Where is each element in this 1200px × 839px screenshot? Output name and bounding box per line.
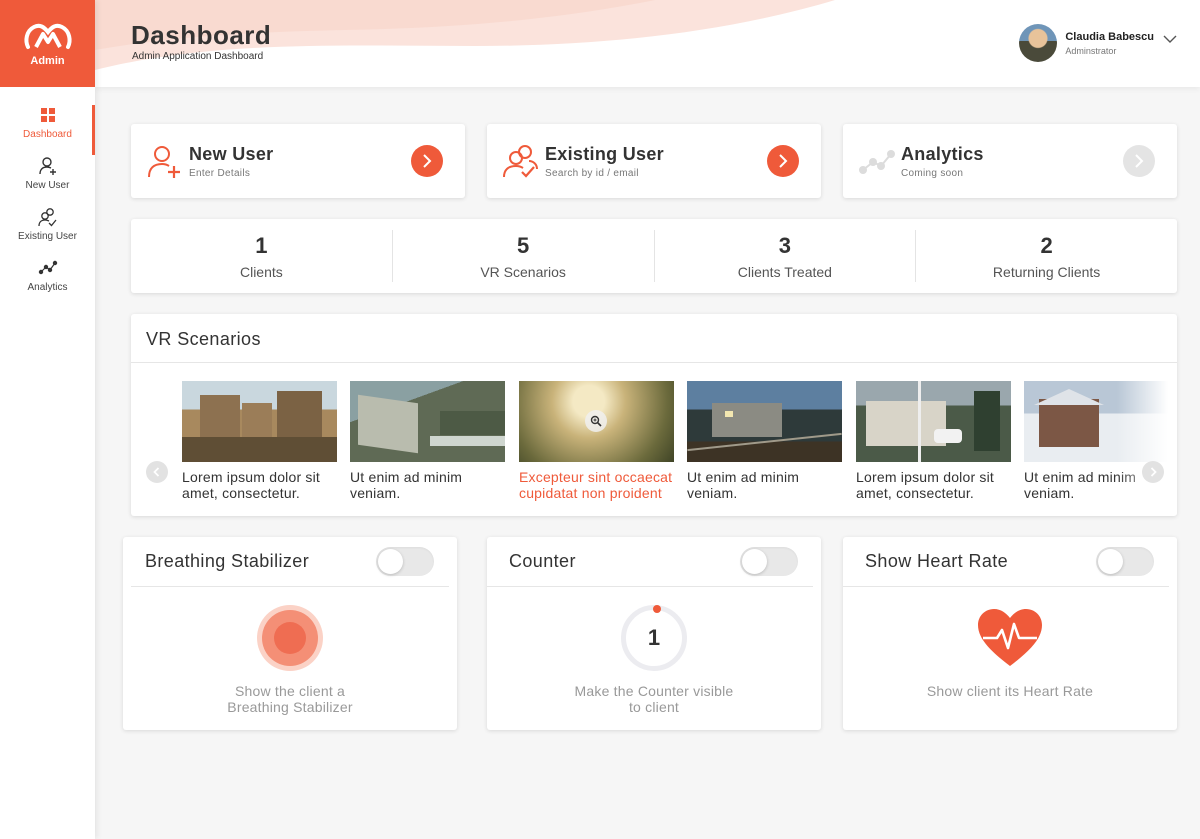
feature-title: Show Heart Rate [865, 551, 1009, 571]
sidebar-item-analytics[interactable]: Analytics [0, 250, 95, 301]
stat-value: 1 [255, 232, 268, 258]
scenario-caption: Ut enim ad minim veniam. [687, 469, 800, 501]
card-title: Existing User [545, 143, 664, 164]
vr-scenario-item[interactable]: Lorem ipsum dolor sit amet, consectetur. [182, 381, 337, 501]
scenario-thumbnail [687, 381, 842, 462]
scenario-caption: Lorem ipsum dolor sit amet, consectetur. [856, 469, 995, 501]
chevron-left-icon [153, 467, 160, 477]
stat-value: 2 [1040, 232, 1053, 258]
breathing-stabilizer-toggle[interactable] [376, 547, 434, 576]
zoom-icon[interactable] [585, 410, 607, 432]
avatar [1019, 24, 1058, 62]
vr-scenario-item-selected[interactable]: Excepteur sint occaecat cupidatat non pr… [519, 381, 674, 501]
counter-indicator-dot [653, 605, 661, 613]
grid-icon [40, 108, 55, 122]
sidebar-item-label: New User [25, 180, 70, 191]
user-role: Adminstrator [1065, 45, 1117, 56]
card-subtitle: Search by id / email [545, 167, 639, 179]
page-title: Dashboard [131, 20, 272, 50]
feature-description: Show client its Heart Rate [926, 683, 1094, 699]
card-title: Analytics [901, 143, 984, 164]
counter-card: Counter 1 Make the Counter visible to cl… [487, 537, 821, 730]
counter-ring: 1 [621, 605, 687, 671]
heart-rate-toggle[interactable] [1096, 547, 1154, 576]
vr-scenarios-panel: VR Scenarios Lorem ipsum dolor sit amet,… [131, 314, 1177, 516]
logo[interactable]: Admin [0, 0, 95, 87]
chevron-right-icon [1150, 467, 1157, 477]
logo-text: Admin [30, 54, 65, 67]
analytics-go-button[interactable] [1123, 145, 1155, 177]
stat-label: VR Scenarios [480, 263, 566, 280]
stats-bar: 1 Clients 5 VR Scenarios 3 Clients Treat… [131, 219, 1177, 293]
analytics-icon [38, 260, 57, 275]
counter-toggle[interactable] [740, 547, 798, 576]
feature-description: Show the client a Breathing Stabilizer [227, 683, 353, 715]
logo-icon [23, 23, 72, 49]
existing-user-go-button[interactable] [767, 145, 799, 177]
stat-label: Returning Clients [992, 263, 1101, 280]
sidebar-item-dashboard[interactable]: Dashboard [0, 97, 95, 155]
analytics-icon [859, 150, 895, 174]
stat-value: 3 [778, 232, 791, 258]
stat-clients-treated: 3 Clients Treated [655, 230, 917, 282]
vr-scenarios-title: VR Scenarios [131, 314, 1177, 363]
carousel-next-button[interactable] [1142, 461, 1164, 483]
vr-scenario-item[interactable]: Ut enim ad minim veniam. [350, 381, 505, 501]
header: Dashboard Admin Application Dashboard Cl… [95, 0, 1200, 87]
scenario-caption: Ut enim ad minim veniam. [350, 469, 463, 501]
users-check-icon [37, 208, 57, 227]
heart-rate-card: Show Heart Rate Show client its Heart Ra… [843, 537, 1177, 730]
new-user-go-button[interactable] [411, 145, 443, 177]
card-subtitle: Coming soon [901, 167, 964, 179]
feature-title: Breathing Stabilizer [145, 551, 310, 571]
page-subtitle: Admin Application Dashboard [132, 51, 264, 62]
chevron-right-icon [779, 154, 788, 168]
sidebar-item-existing-user[interactable]: Existing User [0, 199, 95, 250]
user-name: Claudia Babescu [1065, 30, 1154, 43]
scenario-thumbnail [519, 381, 674, 462]
stat-returning-clients: 2 Returning Clients [916, 230, 1177, 282]
vr-scenario-item[interactable]: Lorem ipsum dolor sit amet, consectetur. [856, 381, 1011, 501]
sidebar-item-label: Analytics [27, 282, 68, 293]
user-menu[interactable]: Claudia Babescu Adminstrator [1019, 24, 1178, 62]
scenario-caption: Lorem ipsum dolor sit amet, consectetur. [182, 469, 321, 501]
counter-value: 1 [647, 625, 661, 650]
sidebar-item-label: Dashboard [23, 129, 72, 140]
sidebar-item-new-user[interactable]: New User [0, 148, 95, 199]
scenario-thumbnail [182, 381, 337, 462]
new-user-card[interactable]: New User Enter Details [131, 124, 465, 198]
stat-vr-scenarios: 5 VR Scenarios [393, 230, 655, 282]
stat-value: 5 [517, 232, 530, 258]
sidebar-item-label: Existing User [18, 231, 77, 242]
scenario-thumbnail [856, 381, 1011, 462]
card-title: New User [189, 143, 274, 164]
chevron-down-icon [1163, 35, 1177, 43]
stat-label: Clients Treated [737, 263, 832, 280]
carousel-fade [1117, 363, 1177, 515]
analytics-card[interactable]: Analytics Coming soon [843, 124, 1177, 198]
card-subtitle: Enter Details [189, 167, 251, 179]
pulse-circle-icon [255, 603, 325, 673]
scenario-caption: Excepteur sint occaecat cupidatat non pr… [519, 469, 673, 501]
stat-clients: 1 Clients [131, 230, 393, 282]
chevron-right-icon [423, 154, 432, 168]
carousel-prev-button[interactable] [146, 461, 168, 483]
stat-label: Clients [239, 263, 283, 280]
feature-title: Counter [509, 551, 576, 571]
heart-rate-icon [975, 603, 1045, 673]
vr-scenario-item[interactable]: Ut enim ad minim veniam. [687, 381, 842, 501]
user-add-icon [148, 146, 180, 178]
chevron-right-icon [1135, 154, 1144, 168]
existing-user-card[interactable]: Existing User Search by id / email [487, 124, 821, 198]
user-add-icon [38, 157, 56, 175]
sidebar: Admin Dashboard New User Existing User A… [0, 0, 95, 839]
scenario-thumbnail [350, 381, 505, 462]
vr-carousel: Lorem ipsum dolor sit amet, consectetur.… [131, 363, 1177, 515]
breathing-stabilizer-card: Breathing Stabilizer Show the client a B… [123, 537, 457, 730]
feature-description: Make the Counter visible to client [574, 683, 734, 715]
users-check-icon [503, 145, 538, 178]
